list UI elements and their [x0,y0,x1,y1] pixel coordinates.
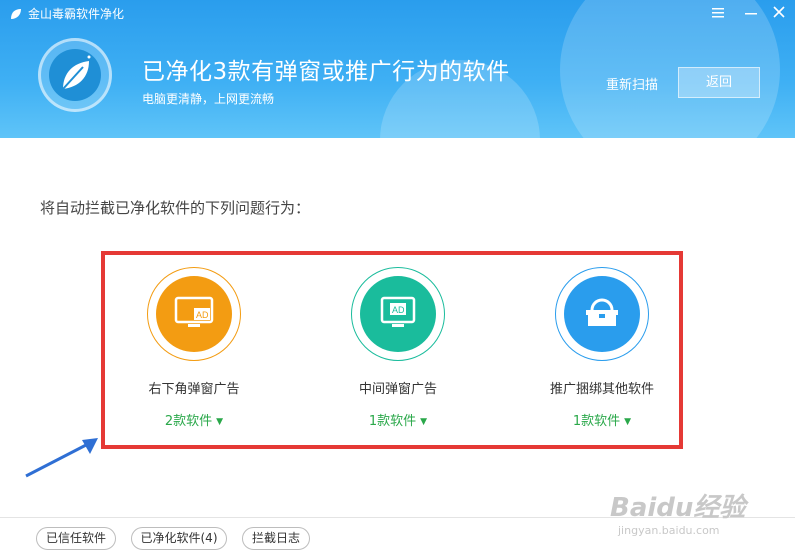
block-log-button[interactable]: 拦截日志 [242,527,310,550]
caret-down-icon[interactable]: ▼ [624,417,631,427]
back-button[interactable]: 返回 [678,67,760,98]
leaf-icon [49,49,101,101]
app-logo-icon [11,9,21,19]
behavior-item-bundle[interactable]: 推广捆绑其他软件 1款软件 ▼ [522,267,682,429]
close-icon[interactable] [768,4,790,24]
caret-down-icon[interactable]: ▼ [420,417,427,427]
icon-ring: AD [147,267,241,361]
svg-text:AD: AD [392,305,405,315]
cleaned-software-button[interactable]: 已净化软件(4) [131,527,227,550]
icon-ring: AD [351,267,445,361]
trusted-software-button[interactable]: 已信任软件 [36,527,116,550]
page-title: 已净化3款有弹窗或推广行为的软件 [142,59,510,85]
caret-down-icon[interactable]: ▼ [216,417,223,427]
ad-screen-icon: AD [360,276,436,352]
behavior-item-center-popup[interactable]: AD 中间弹窗广告 1款软件 ▼ [318,267,478,429]
item-label: 右下角弹窗广告 [148,382,240,397]
bundle-box-icon [564,276,640,352]
watermark: Baidu经验 jingyan.baidu.com [610,493,746,537]
pointer-arrow-icon [25,438,98,478]
item-label: 中间弹窗广告 [358,382,437,397]
item-count[interactable]: 1款软件 ▼ [522,410,682,429]
app-title: 金山毒霸软件净化 [28,7,125,21]
item-label: 推广捆绑其他软件 [549,382,654,397]
behavior-item-corner-popup[interactable]: AD 右下角弹窗广告 2款软件 ▼ [114,267,274,429]
intro-text: 将自动拦截已净化软件的下列问题行为： [40,199,311,217]
rescan-link[interactable]: 重新扫描 [606,74,658,93]
header-banner: 金山毒霸软件净化 已净化3款有弹窗或推广行为的软件 电脑更清静，上网更流畅 重新… [0,0,795,138]
title-bar: 金山毒霸软件净化 [0,0,795,28]
item-count[interactable]: 2款软件 ▼ [114,410,274,429]
page-subtitle: 电脑更清静，上网更流畅 [142,92,275,106]
svg-text:AD: AD [196,310,209,320]
logo-badge [38,38,112,112]
ad-monitor-icon: AD [156,276,232,352]
app-window: 金山毒霸软件净化 已净化3款有弹窗或推广行为的软件 电脑更清静，上网更流畅 重新… [0,0,795,557]
icon-ring [555,267,649,361]
menu-icon[interactable] [707,4,729,24]
minimize-icon[interactable] [740,4,762,24]
item-count[interactable]: 1款软件 ▼ [318,410,478,429]
